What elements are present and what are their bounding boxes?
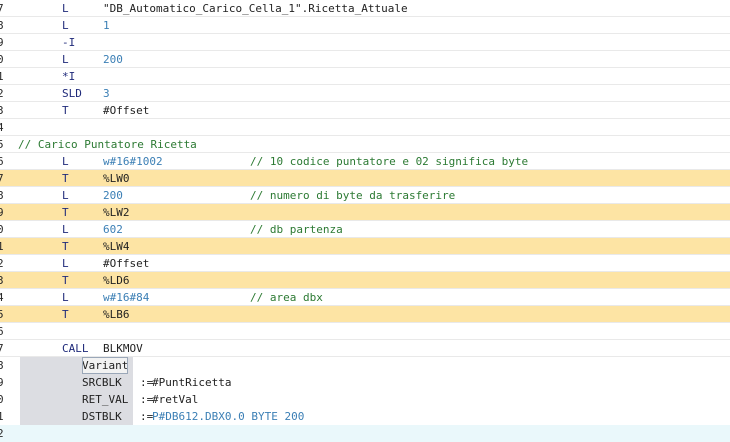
instruction-operand: #Offset [103, 257, 150, 270]
instruction-mnemonic: L [62, 19, 69, 32]
call-parameter-line[interactable]: 0 RET_VAL:= #retVal [0, 391, 730, 408]
code-line[interactable]: 2 SLD 3 [0, 85, 730, 102]
parameter-value: #PuntRicetta [152, 376, 232, 389]
code-line[interactable]: 8 L 1 [0, 17, 730, 34]
instruction-mnemonic: SLD [62, 87, 82, 100]
instruction-operand: %LD6 [103, 274, 130, 287]
instruction-mnemonic: -I [62, 36, 76, 49]
instruction-mnemonic: L [62, 53, 69, 66]
line-number: 1 [0, 410, 4, 423]
code-line[interactable]: 7 CALL BLKMOV [0, 340, 730, 357]
parameter-value: P#DB612.DBX0.0 BYTE 200 [152, 410, 305, 423]
section-comment: // Carico Puntatore Ricetta [18, 138, 197, 151]
code-line[interactable]: 8 L 200 // numero di byte da trasferire [0, 187, 730, 204]
code-line[interactable]: 6 [0, 323, 730, 340]
line-number: 7 [0, 172, 4, 185]
code-line[interactable]: 0 L 602 // db partenza [0, 221, 730, 238]
call-parameter-line[interactable]: 8 Variant [0, 357, 730, 374]
instruction-mnemonic: L [62, 291, 69, 304]
line-number: 7 [0, 2, 4, 15]
instruction-mnemonic: T [62, 274, 69, 287]
instruction-operand: %LW2 [103, 206, 130, 219]
instruction-operand: w#16#1002 [103, 155, 163, 168]
instruction-mnemonic: T [62, 172, 69, 185]
instruction-mnemonic: L [62, 223, 69, 236]
code-line[interactable]: 6 Lw#16#1002 // 10 codice puntatore e 02 s… [0, 153, 730, 170]
line-number: 4 [0, 121, 4, 134]
code-line[interactable]: 5 // Carico Puntatore Ricetta [0, 136, 730, 153]
line-number: 0 [0, 393, 4, 406]
parameter-name[interactable]: SRCBLK [82, 374, 122, 391]
instruction-operand: #Offset [103, 104, 150, 117]
line-number: 8 [0, 189, 4, 202]
instruction-mnemonic: CALL [62, 342, 89, 355]
instruction-operand: %LB6 [103, 308, 130, 321]
inline-comment: // 10 codice puntatore e 02 significa by… [250, 155, 529, 168]
code-line[interactable]: 2 [0, 425, 730, 442]
instruction-operand: %LW4 [103, 240, 130, 253]
instruction-mnemonic: T [62, 240, 69, 253]
inline-comment: // area dbx [250, 291, 323, 304]
line-number: 0 [0, 223, 4, 236]
instruction-mnemonic: *I [62, 70, 76, 83]
inline-comment: // db partenza [250, 223, 343, 236]
code-line[interactable]: 9 -I [0, 34, 730, 51]
parameter-name[interactable]: Variant [82, 357, 129, 374]
line-number: 9 [0, 376, 4, 389]
instruction-mnemonic: L [62, 257, 69, 270]
instruction-operand: BLKMOV [103, 342, 143, 355]
code-line[interactable]: 0 L 200 [0, 51, 730, 68]
line-number: 1 [0, 70, 4, 83]
line-number: 7 [0, 342, 4, 355]
instruction-mnemonic: T [62, 308, 69, 321]
line-number: 2 [0, 257, 4, 270]
code-line[interactable]: 3 T %LD6 [0, 272, 730, 289]
parameter-name[interactable]: DSTBLK [82, 408, 122, 425]
call-parameter-line[interactable]: 1 DSTBLK:= P#DB612.DBX0.0 BYTE 200 [0, 408, 730, 425]
line-number: 9 [0, 206, 4, 219]
line-number: 3 [0, 274, 4, 287]
code-line[interactable]: 9 T %LW2 [0, 204, 730, 221]
instruction-operand: 200 [103, 189, 123, 202]
line-number: 6 [0, 325, 4, 338]
parameter-value: #retVal [152, 393, 199, 406]
line-number: 2 [0, 87, 4, 100]
line-number: 4 [0, 291, 4, 304]
line-number: 1 [0, 240, 4, 253]
code-line[interactable]: 1 T %LW4 [0, 238, 730, 255]
instruction-mnemonic: T [62, 206, 69, 219]
instruction-mnemonic: T [62, 104, 69, 117]
code-line[interactable]: 5 T %LB6 [0, 306, 730, 323]
instruction-operand: 200 [103, 53, 123, 66]
instruction-operand: 1 [103, 19, 110, 32]
line-number: 6 [0, 155, 4, 168]
instruction-operand: 602 [103, 223, 123, 236]
inline-comment: // numero di byte da trasferire [250, 189, 456, 202]
call-parameter-line[interactable]: 9 SRCBLK:= #PuntRicetta [0, 374, 730, 391]
line-number: 5 [0, 308, 4, 321]
code-line[interactable]: 3 T #Offset [0, 102, 730, 119]
line-number: 0 [0, 53, 4, 66]
code-line[interactable]: 4 [0, 119, 730, 136]
line-number: 9 [0, 36, 4, 49]
parameter-name[interactable]: RET_VAL [82, 391, 128, 408]
instruction-mnemonic: L [62, 189, 69, 202]
instruction-mnemonic: L [62, 155, 69, 168]
line-number: 5 [0, 138, 4, 151]
line-number: 8 [0, 359, 4, 372]
instruction-operand: 3 [103, 87, 110, 100]
code-line[interactable]: 7 L "DB_Automatico_Carico_Cella_1".Ricetta… [0, 0, 730, 17]
line-number: 8 [0, 19, 4, 32]
line-number: 3 [0, 104, 4, 117]
code-line[interactable]: 4 Lw#16#84 // area dbx [0, 289, 730, 306]
instruction-operand: w#16#84 [103, 291, 150, 304]
instruction-operand: %LW0 [103, 172, 130, 185]
code-line[interactable]: 1 *I [0, 68, 730, 85]
code-line[interactable]: 2 L #Offset [0, 255, 730, 272]
instruction-operand: "DB_Automatico_Carico_Cella_1".Ricetta_A… [103, 2, 408, 15]
code-line[interactable]: 7 T %LW0 [0, 170, 730, 187]
line-number: 2 [0, 427, 4, 440]
instruction-mnemonic: L [62, 2, 69, 15]
